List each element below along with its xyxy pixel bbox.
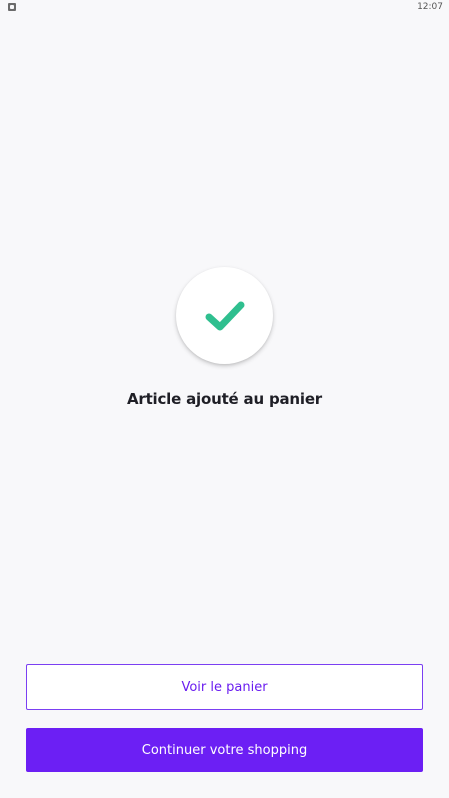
status-bar: 12:07 xyxy=(0,0,449,16)
checkmark-icon xyxy=(205,301,244,330)
view-cart-button[interactable]: Voir le panier xyxy=(26,664,423,710)
app-notification-icon xyxy=(8,3,16,11)
confirmation-title: Article ajouté au panier xyxy=(126,390,323,408)
status-time: 12:07 xyxy=(417,2,443,12)
continue-shopping-button[interactable]: Continuer votre shopping xyxy=(26,728,423,772)
success-badge xyxy=(176,267,273,364)
